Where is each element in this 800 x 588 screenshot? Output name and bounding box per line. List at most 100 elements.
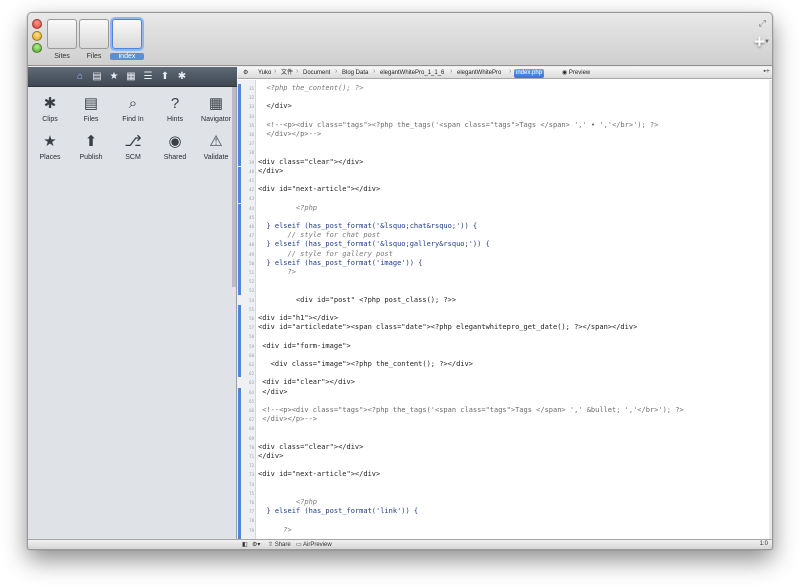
breadcrumb-item[interactable]: Blog Data (340, 69, 370, 78)
line-number: 45 (249, 214, 254, 220)
chevron-down-icon[interactable]: ▼ (764, 39, 770, 45)
hints-icon[interactable]: ☰ (142, 71, 154, 83)
sidebar-scrollbar[interactable] (232, 87, 236, 287)
site-label-sites: Sites (54, 53, 70, 60)
line-number: 40 (249, 168, 254, 174)
places-icon: ★ (43, 133, 57, 150)
line-number: 65 (249, 398, 254, 404)
places-icon[interactable]: ★ (108, 71, 120, 83)
cursor-position: 1:0 (759, 541, 768, 547)
breadcrumb-item[interactable]: elegantWhitePro_1_1_6 (378, 69, 446, 78)
tool-publish[interactable]: ⬆ Publish (71, 133, 111, 161)
gear-icon[interactable]: ⚙▾ (252, 541, 260, 548)
tool-hints[interactable]: ? Hints (155, 95, 195, 123)
line-number: 53 (249, 288, 254, 294)
change-marker (238, 84, 241, 166)
files-icon[interactable]: ▤ (91, 71, 103, 83)
zoom-window-button[interactable] (32, 43, 42, 53)
tool-label: Navigator (201, 116, 231, 123)
line-number: 51 (249, 270, 254, 275)
sidebar-toolbar: ⌂ ▤ ★ ▦ ☰ ⬆ ✱ (28, 67, 237, 87)
code-line: <div class="clear"></div> (258, 442, 364, 451)
line-number: 71 (249, 454, 254, 459)
code-line: ?> (258, 525, 292, 534)
breadcrumb-item[interactable]: Yuko (256, 69, 273, 78)
status-bar: ◧ ⚙▾ ⇧ Share ▭ AirPreview 1:0 (238, 539, 772, 549)
breadcrumb-item[interactable]: Document (301, 69, 332, 78)
breadcrumb-item[interactable]: elegantWhitePro (455, 69, 503, 78)
code-line: <div class="image"><?php the_content(); … (258, 360, 473, 368)
line-number: 63 (249, 380, 254, 386)
code-line: </div></p>--> (258, 130, 322, 138)
line-number: 49 (249, 251, 254, 257)
breadcrumb-separator: › (335, 68, 338, 75)
tool-label: Hints (167, 116, 183, 123)
split-editor-button[interactable]: ▪+ (763, 68, 770, 75)
line-number: 67 (249, 417, 254, 423)
line-number: 39 (249, 159, 254, 165)
tool-find-in[interactable]: ⌕ Find In (113, 95, 153, 123)
files-icon: ▤ (83, 95, 99, 112)
line-number: 78 (249, 518, 254, 524)
breadcrumb-separator: › (450, 68, 453, 75)
tool-scm[interactable]: ⎇ SCM (113, 133, 153, 161)
code-line: <div id="h1"></div> (258, 314, 339, 322)
breadcrumb-nav-icon[interactable]: ⚙ (241, 69, 250, 78)
line-number: 59 (249, 343, 254, 349)
fullscreen-icon[interactable]: ⤢ (759, 18, 766, 29)
site-tile-index[interactable] (112, 19, 142, 49)
line-number: 54 (249, 297, 254, 303)
tool-shared[interactable]: ◉ Shared (155, 133, 195, 161)
code-line: <div id="next-article"></div> (258, 470, 381, 479)
tool-validate[interactable]: ⚠ Validate (196, 133, 236, 161)
breadcrumb-item[interactable]: 文件 (279, 69, 295, 78)
home-icon[interactable]: ⌂ (74, 71, 86, 83)
code-line: <!--<p><div class="tags"><?php the_tags(… (258, 120, 659, 129)
share-button[interactable]: ⇧ Share (268, 541, 291, 548)
toggle-sidebar-icon[interactable]: ◧ (242, 541, 248, 548)
tool-places[interactable]: ★ Places (30, 133, 70, 161)
minimize-window-button[interactable] (32, 31, 42, 41)
close-window-button[interactable] (32, 19, 42, 29)
line-number: 46 (249, 224, 254, 229)
airpreview-button[interactable]: ▭ AirPreview (296, 541, 332, 548)
tool-navigator[interactable]: ▦ Navigator (196, 95, 236, 123)
tool-clips[interactable]: ✱ Clips (30, 95, 70, 123)
preview-tab[interactable]: ◉ Preview (560, 69, 592, 78)
tool-label: Shared (163, 154, 187, 161)
line-number-gutter: 31 32 33 34 35 36 37 38 39 40 41 42 43 44 45 46 47 48 49 50… (238, 80, 256, 543)
line-number: 58 (249, 334, 254, 340)
line-number: 73 (249, 472, 254, 478)
code-line: <div id="articledate"><span class="date"… (258, 323, 638, 332)
navigator-icon: ▦ (208, 95, 224, 112)
editor-scrollbar[interactable] (769, 80, 772, 539)
site-tile-sites[interactable] (47, 19, 77, 49)
code-line: // style for chat post (258, 231, 381, 240)
line-number: 44 (249, 205, 254, 211)
tool-files[interactable]: ▤ Files (71, 95, 111, 123)
shared-icon: ◉ (168, 133, 182, 150)
tool-label: Find In (122, 116, 144, 123)
code-line: <?php (258, 498, 318, 506)
line-number: 57 (249, 325, 254, 331)
code-line: </div> (258, 452, 284, 460)
sidebar: ⌂ ▤ ★ ▦ ☰ ⬆ ✱ ✱ Clips ▤ Files ⌕ Find In (28, 67, 237, 539)
change-marker (238, 387, 241, 543)
preview-label: Preview (568, 70, 591, 76)
code-line: </div> (258, 387, 288, 396)
line-number: 70 (249, 444, 254, 450)
line-number: 56 (249, 316, 254, 321)
tool-label: Clips (42, 116, 58, 123)
line-number: 64 (249, 389, 254, 395)
navigator-icon[interactable]: ▦ (125, 71, 137, 83)
breadcrumb-current-file[interactable]: index.php (514, 69, 545, 78)
clips-icon[interactable]: ✱ (176, 71, 188, 83)
breadcrumb-separator: › (274, 68, 277, 75)
code-line: </div></p>--> (258, 415, 318, 424)
code-area[interactable]: <?php the_content(); ?> </div> <!--<p><d… (258, 80, 770, 539)
clips-icon: ✱ (43, 95, 57, 112)
publish-icon[interactable]: ⬆ (159, 71, 171, 83)
code-line: <!--<p><div class="tags"><?php the_tags(… (258, 406, 684, 414)
code-line: <div class="clear"></div> (258, 157, 364, 166)
site-tile-files[interactable] (79, 19, 109, 49)
